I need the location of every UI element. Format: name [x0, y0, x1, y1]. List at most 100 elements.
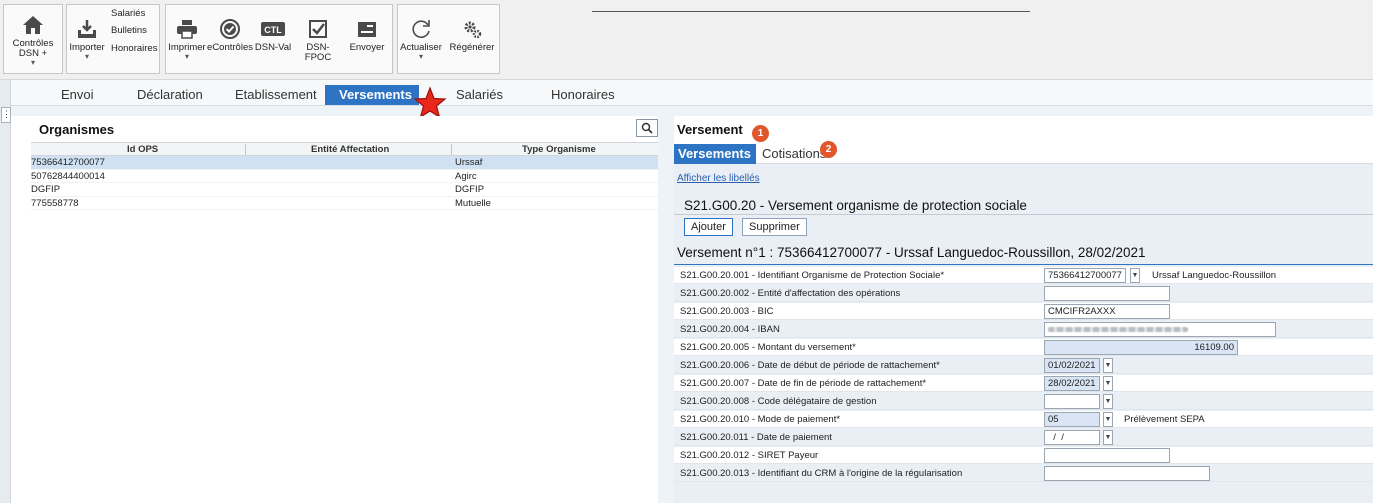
cell-type: Urssaf	[455, 157, 483, 168]
regenerer-label: Régénérer	[449, 42, 495, 53]
table-header: Id OPS Entité Affectation Type Organisme	[31, 142, 658, 156]
dsnval-button[interactable]: CTL DSN-Val	[252, 5, 294, 73]
date-paiement-input[interactable]: / /	[1044, 430, 1100, 445]
importer-button[interactable]: Importer ▾	[67, 5, 107, 73]
tab-etablissement[interactable]: Etablissement	[221, 85, 331, 105]
field-row-010: S21.G00.20.010 - Mode de paiement* 05 ▼ …	[674, 411, 1373, 428]
chevron-down-icon[interactable]: ▼	[1103, 394, 1113, 409]
gears-icon	[464, 21, 482, 39]
crm-identifiant-input[interactable]	[1044, 466, 1210, 481]
star-annotation-icon	[413, 86, 447, 119]
section-divider	[674, 214, 1373, 215]
left-gutter	[0, 80, 11, 503]
delete-button[interactable]: Supprimer	[742, 218, 807, 236]
chevron-down-icon[interactable]: ▼	[1103, 358, 1113, 373]
regenerer-button[interactable]: Régénérer	[444, 5, 500, 73]
add-button[interactable]: Ajouter	[684, 218, 733, 236]
tab-declaration[interactable]: Déclaration	[123, 85, 217, 105]
siret-payeur-input[interactable]	[1044, 448, 1170, 463]
field-label: S21.G00.20.010 - Mode de paiement*	[680, 414, 841, 425]
column-type[interactable]: Type Organisme	[522, 144, 596, 155]
code-delegataire-select[interactable]	[1044, 394, 1100, 409]
chevron-down-icon[interactable]: ▼	[1103, 412, 1113, 427]
envoyer-button[interactable]: Envoyer	[342, 5, 392, 73]
organisme-name: Urssaf Languedoc-Roussillon	[1152, 270, 1277, 281]
field-row-008: S21.G00.20.008 - Code délégataire de ges…	[674, 393, 1373, 410]
controles-button[interactable]: Contrôles DSN + ▾	[4, 5, 62, 73]
field-row-006: S21.G00.20.006 - Date de début de périod…	[674, 357, 1373, 374]
econtroles-button[interactable]: eContrôles	[207, 5, 253, 73]
column-entite[interactable]: Entité Affectation	[311, 144, 389, 155]
montant-input[interactable]: 16109.00	[1044, 340, 1238, 355]
field-label: S21.G00.20.008 - Code délégataire de ges…	[680, 396, 877, 407]
date-fin-input[interactable]: 28/02/2021	[1044, 376, 1100, 391]
afficher-libelles-link[interactable]: Afficher les libellés	[677, 173, 760, 184]
chevron-down-icon: ▾	[30, 58, 35, 67]
send-icon	[358, 22, 376, 37]
subtab-versements[interactable]: Versements	[674, 144, 756, 164]
table-row[interactable]: 50762844400014 Agirc	[31, 170, 658, 183]
tab-versements[interactable]: Versements	[325, 85, 419, 105]
dsnfpoc-button[interactable]: DSN-FPOC	[294, 5, 342, 73]
actualiser-button[interactable]: Actualiser ▾	[398, 5, 444, 73]
imprimer-button[interactable]: Imprimer ▾	[166, 5, 208, 73]
dsnval-label: DSN-Val	[254, 42, 292, 53]
field-row-001: S21.G00.20.001 - Identifiant Organisme d…	[674, 267, 1373, 284]
chevron-down-icon[interactable]: ▼	[1103, 376, 1113, 391]
tab-salaries[interactable]: Salariés	[442, 85, 517, 105]
honoraires-item[interactable]: Honoraires	[111, 44, 157, 54]
title-underline	[592, 11, 1030, 12]
mode-paiement-select[interactable]: 05	[1044, 412, 1100, 427]
field-row-013: S21.G00.20.013 - Identifiant du CRM à l'…	[674, 465, 1373, 482]
envoyer-label: Envoyer	[349, 42, 385, 53]
chevron-down-icon[interactable]: ▼	[1103, 430, 1113, 445]
column-divider	[451, 144, 452, 155]
ribbon-toolbar: Contrôles DSN + ▾ Importer ▾ Salariés Bu…	[0, 0, 1373, 80]
table-row[interactable]: 75366412700077 Urssaf	[31, 156, 658, 170]
left-panel-margin	[11, 116, 31, 503]
econtroles-label: eContrôles	[207, 42, 253, 53]
mode-paiement-desc: Prélèvement SEPA	[1124, 414, 1205, 425]
field-row-007: S21.G00.20.007 - Date de fin de période …	[674, 375, 1373, 392]
versement-panel: Versement 1 Versements Cotisations 2 Aff…	[674, 116, 1373, 503]
main-tabbar: Envoi Déclaration Etablissement Versemen…	[11, 80, 1373, 106]
versement-divider	[674, 264, 1373, 265]
ctl-text: CTL	[264, 25, 282, 35]
group-controles: Contrôles DSN + ▾	[3, 4, 63, 74]
field-label: S21.G00.20.005 - Montant du versement*	[680, 342, 856, 353]
field-label: S21.G00.20.013 - Identifiant du CRM à l'…	[680, 468, 963, 479]
field-label: S21.G00.20.001 - Identifiant Organisme d…	[680, 270, 945, 281]
collapse-handle[interactable]: ⋮	[1, 107, 11, 123]
search-icon	[641, 122, 653, 134]
group-send: Imprimer ▾ eContrôles CTL DSN-Val DSN-FP…	[165, 4, 393, 74]
field-label: S21.G00.20.003 - BIC	[680, 306, 774, 317]
field-row-004: S21.G00.20.004 - IBAN	[674, 321, 1373, 338]
search-button[interactable]	[636, 119, 658, 137]
column-id-ops[interactable]: Id OPS	[127, 144, 158, 155]
field-label: S21.G00.20.007 - Date de fin de période …	[680, 378, 927, 389]
salaries-item[interactable]: Salariés	[111, 9, 157, 19]
versement-title: Versement	[677, 122, 743, 137]
import-icon	[78, 20, 96, 38]
group-import: Importer ▾ Salariés Bulletins Honoraires	[66, 4, 160, 74]
table-row[interactable]: 775558778 Mutuelle	[31, 197, 658, 210]
refresh-icon	[412, 20, 430, 38]
organismes-table: Id OPS Entité Affectation Type Organisme…	[31, 142, 658, 210]
bic-input[interactable]: CMCIFR2AXXX	[1044, 304, 1170, 319]
chevron-down-icon[interactable]: ▼	[1130, 268, 1140, 283]
table-row[interactable]: DGFIP DGFIP	[31, 183, 658, 197]
field-label: S21.G00.20.011 - Date de paiement	[680, 432, 832, 443]
tab-honoraires[interactable]: Honoraires	[537, 85, 629, 105]
date-debut-input[interactable]: 01/02/2021	[1044, 358, 1100, 373]
section-title: S21.G00.20 - Versement organisme de prot…	[684, 198, 1027, 213]
entite-affectation-input[interactable]	[1044, 286, 1170, 301]
field-label: S21.G00.20.004 - IBAN	[680, 324, 780, 335]
tab-envoi[interactable]: Envoi	[47, 85, 108, 105]
organisme-id-select[interactable]: 75366412700077	[1044, 268, 1126, 283]
import-submenu: Salariés Bulletins Honoraires	[111, 9, 157, 54]
field-row-003: S21.G00.20.003 - BIC CMCIFR2AXXX	[674, 303, 1373, 320]
organismes-panel: Organismes Id OPS Entité Affectation Typ…	[31, 116, 658, 503]
bulletins-item[interactable]: Bulletins	[111, 26, 157, 36]
badge-2: 2	[820, 141, 837, 158]
iban-input[interactable]	[1044, 322, 1276, 337]
